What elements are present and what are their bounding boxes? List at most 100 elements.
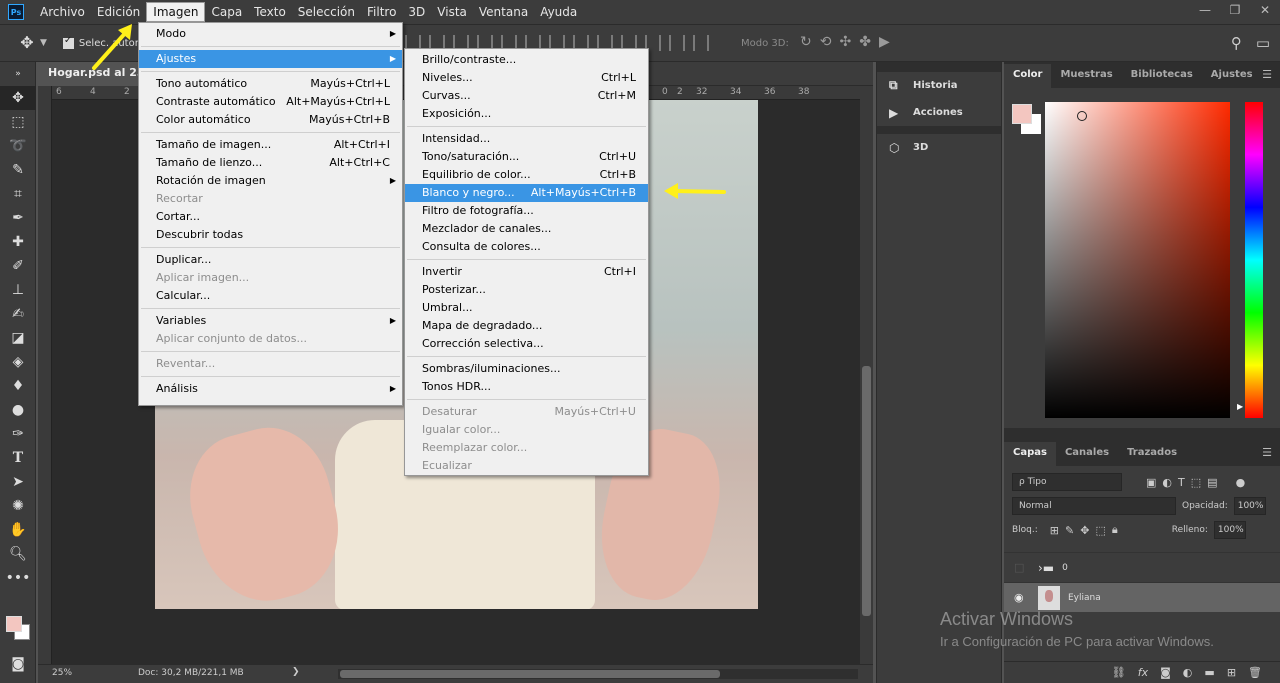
menu-item-tono-saturacion[interactable]: Tono/saturación... Ctrl+U bbox=[405, 148, 648, 166]
dodge-tool-icon[interactable]: ● bbox=[0, 398, 36, 422]
menu-item-correccion-selectiva[interactable]: Corrección selectiva... bbox=[405, 335, 648, 353]
slide-3d-icon[interactable]: ✤ bbox=[859, 34, 871, 50]
eye-icon[interactable]: ◉ bbox=[1014, 591, 1032, 604]
crop-tool-icon[interactable]: ⌗ bbox=[0, 182, 36, 206]
marquee-tool-icon[interactable]: ⬚ bbox=[0, 110, 36, 134]
color-saturation-field[interactable] bbox=[1045, 102, 1230, 418]
opacity-input[interactable]: 100% bbox=[1233, 497, 1266, 515]
menu-seleccion[interactable]: Selección bbox=[292, 1, 361, 23]
menu-item-exposicion[interactable]: Exposición... bbox=[405, 105, 648, 123]
menu-item-tono-automatico[interactable]: Tono automático Mayús+Ctrl+L bbox=[139, 75, 402, 93]
menu-item-posterizar[interactable]: Posterizar... bbox=[405, 281, 648, 299]
3d-panel-button[interactable]: ⬡ 3D bbox=[877, 134, 1001, 161]
menu-item-calcular[interactable]: Calcular... bbox=[139, 287, 402, 305]
auto-select-checkbox[interactable] bbox=[62, 35, 74, 49]
zoom-level[interactable]: 25% bbox=[52, 668, 72, 678]
foreground-color-swatch[interactable] bbox=[6, 616, 22, 632]
lock-all-icon[interactable]: 🔒︎ bbox=[1112, 523, 1118, 537]
menu-item-blanco-negro[interactable]: Blanco y negro... Alt+Mayús+Ctrl+B bbox=[405, 184, 648, 202]
filter-toggle-icon[interactable]: ● bbox=[1236, 476, 1246, 489]
eyedropper-tool-icon[interactable]: ✒ bbox=[0, 206, 36, 230]
lasso-tool-icon[interactable]: ➰ bbox=[0, 134, 36, 158]
pan-3d-icon[interactable]: ✣ bbox=[839, 34, 851, 50]
fill-input[interactable]: 100% bbox=[1213, 521, 1246, 539]
filter-type-icon[interactable]: T bbox=[1178, 476, 1185, 489]
fx-icon[interactable]: fx bbox=[1138, 666, 1148, 679]
menu-ventana[interactable]: Ventana bbox=[473, 1, 534, 23]
path-select-tool-icon[interactable]: ➤ bbox=[0, 470, 36, 494]
menu-edicion[interactable]: Edición bbox=[91, 1, 146, 23]
orbit-3d-icon[interactable]: ↻ bbox=[800, 34, 812, 50]
status-menu-arrow[interactable]: ❯ bbox=[292, 667, 300, 677]
camera-3d-icon[interactable]: ▶ bbox=[879, 34, 890, 50]
search-icon[interactable]: ⚲ bbox=[1231, 34, 1242, 52]
menu-item-equilibrio-color[interactable]: Equilibrio de color... Ctrl+B bbox=[405, 166, 648, 184]
menu-item-rotacion[interactable]: Rotación de imagen ▶ bbox=[139, 172, 402, 190]
shape-tool-icon[interactable]: ✺ bbox=[0, 494, 36, 518]
layer-row[interactable]: ◉ Eyliana bbox=[1004, 582, 1280, 612]
auto-align-icon[interactable] bbox=[693, 35, 709, 51]
menu-3d[interactable]: 3D bbox=[402, 1, 431, 23]
healing-brush-tool-icon[interactable]: ✚ bbox=[0, 230, 36, 254]
eraser-tool-icon[interactable]: ◪ bbox=[0, 326, 36, 350]
menu-item-umbral[interactable]: Umbral... bbox=[405, 299, 648, 317]
historia-panel-button[interactable]: ⧉ Historia bbox=[877, 72, 1001, 99]
lock-transparency-icon[interactable]: ⊞ bbox=[1050, 524, 1059, 537]
menu-item-invertir[interactable]: Invertir Ctrl+I bbox=[405, 263, 648, 281]
menu-item-duplicar[interactable]: Duplicar... bbox=[139, 251, 402, 269]
filter-shape-icon[interactable]: ⬚ bbox=[1191, 476, 1201, 489]
history-brush-tool-icon[interactable]: ✍ bbox=[0, 302, 36, 326]
filter-image-icon[interactable]: ▣ bbox=[1146, 476, 1156, 489]
blur-tool-icon[interactable]: ♦ bbox=[0, 374, 36, 398]
restore-icon[interactable]: ❐ bbox=[1220, 0, 1250, 22]
lock-pixels-icon[interactable]: ✎ bbox=[1065, 524, 1074, 537]
menu-item-tonos-hdr[interactable]: Tonos HDR... bbox=[405, 378, 648, 396]
filter-smart-object-icon[interactable]: ▤ bbox=[1207, 476, 1217, 489]
filter-adjustment-icon[interactable]: ◐ bbox=[1162, 476, 1172, 489]
menu-filtro[interactable]: Filtro bbox=[361, 1, 402, 23]
menu-capa[interactable]: Capa bbox=[205, 1, 248, 23]
paint-bucket-tool-icon[interactable]: ◈ bbox=[0, 350, 36, 374]
menu-item-tamano-lienzo[interactable]: Tamaño de lienzo... Alt+Ctrl+C bbox=[139, 154, 402, 172]
horizontal-scrollbar-thumb[interactable] bbox=[340, 670, 720, 678]
menu-item-mezclador-canales[interactable]: Mezclador de canales... bbox=[405, 220, 648, 238]
hand-tool-icon[interactable]: ✋ bbox=[0, 518, 36, 542]
menu-item-descubrir-todas[interactable]: Descubrir todas bbox=[139, 226, 402, 244]
lock-artboard-icon[interactable]: ⬚ bbox=[1095, 524, 1105, 537]
toolbar-collapse-icon[interactable]: » bbox=[0, 62, 36, 86]
quick-mask-icon[interactable]: ◙ bbox=[0, 652, 36, 676]
new-layer-icon[interactable]: ⊞ bbox=[1227, 666, 1236, 679]
zoom-tool-icon[interactable]: 🔍︎ bbox=[0, 542, 36, 566]
lock-position-icon[interactable]: ✥ bbox=[1080, 524, 1089, 537]
menu-item-consulta-colores[interactable]: Consulta de colores... bbox=[405, 238, 648, 256]
vertical-scrollbar-thumb[interactable] bbox=[862, 366, 871, 616]
menu-item-tamano-imagen[interactable]: Tamaño de imagen... Alt+Ctrl+I bbox=[139, 136, 402, 154]
distribute-right-icon[interactable] bbox=[669, 35, 685, 51]
move-tool-icon[interactable]: ✥ bbox=[16, 32, 38, 54]
menu-item-ajustes[interactable]: Ajustes ▶ bbox=[139, 50, 402, 68]
layer-filter-select[interactable]: ρ Tipo bbox=[1012, 473, 1122, 491]
menu-item-analisis[interactable]: Análisis ▶ bbox=[139, 380, 402, 398]
tab-bibliotecas[interactable]: Bibliotecas bbox=[1122, 64, 1202, 88]
new-group-icon[interactable]: ▬ bbox=[1204, 666, 1214, 679]
workspace-icon[interactable]: ▭ bbox=[1256, 34, 1270, 52]
roll-3d-icon[interactable]: ⟲ bbox=[820, 34, 832, 50]
close-icon[interactable]: ✕ bbox=[1250, 0, 1280, 22]
pen-tool-icon[interactable]: ✑ bbox=[0, 422, 36, 446]
panel-menu-icon[interactable]: ☰ bbox=[1262, 68, 1272, 81]
acciones-panel-button[interactable]: ▶ Acciones bbox=[877, 99, 1001, 126]
vertical-scrollbar[interactable] bbox=[860, 86, 873, 664]
menu-archivo[interactable]: Archivo bbox=[34, 1, 91, 23]
brush-tool-icon[interactable]: ✐ bbox=[0, 254, 36, 278]
menu-item-curvas[interactable]: Curvas... Ctrl+M bbox=[405, 87, 648, 105]
layer-row[interactable]: □ ›▬ 0 bbox=[1004, 552, 1280, 582]
tab-trazados[interactable]: Trazados bbox=[1118, 442, 1186, 466]
trash-icon[interactable]: 🗑︎ bbox=[1248, 666, 1262, 679]
menu-item-modo[interactable]: Modo ▶ bbox=[139, 25, 402, 43]
move-tool-icon[interactable]: ✥ bbox=[0, 86, 36, 110]
color-foreground-swatch[interactable] bbox=[1012, 104, 1032, 124]
menu-vista[interactable]: Vista bbox=[431, 1, 473, 23]
color-picker-handle[interactable] bbox=[1077, 111, 1087, 121]
tab-muestras[interactable]: Muestras bbox=[1051, 64, 1121, 88]
horizontal-scrollbar[interactable] bbox=[338, 669, 858, 679]
